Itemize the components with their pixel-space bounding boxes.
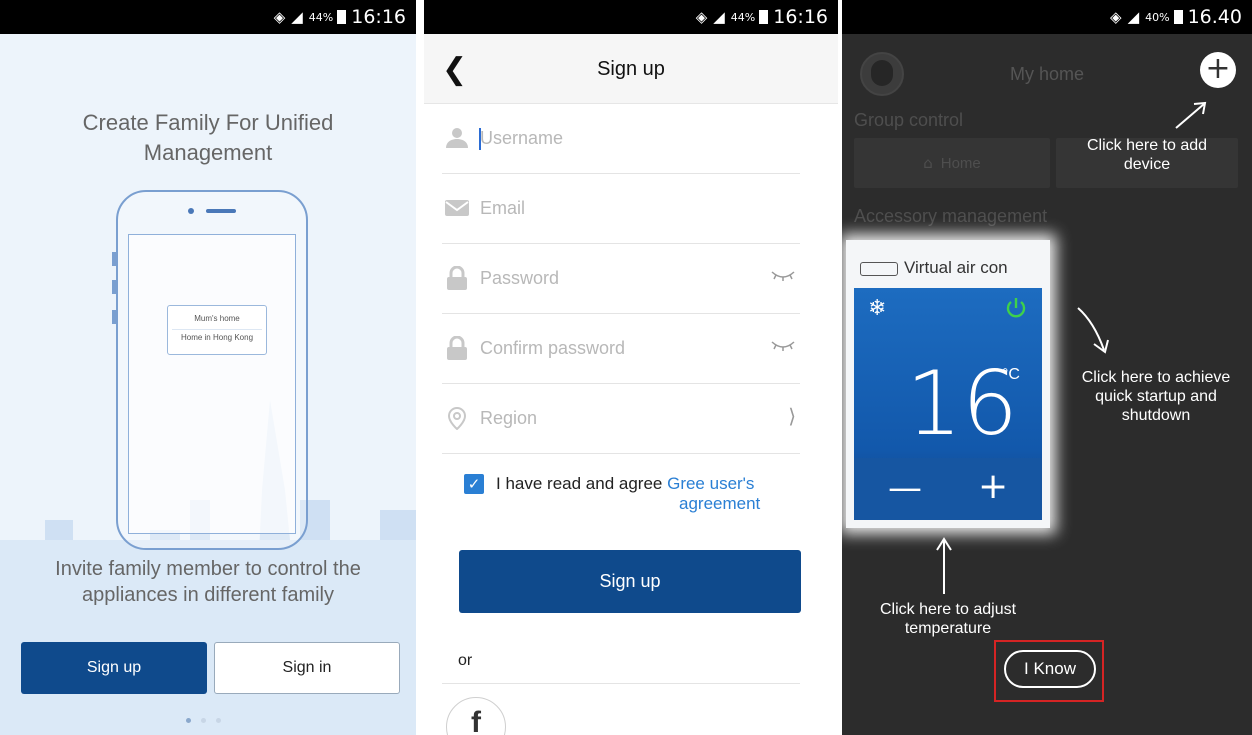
wifi-icon: ◈ (1110, 8, 1122, 26)
user-icon (446, 128, 468, 148)
home-list-card: Mum's home Home in Hong Kong (167, 305, 267, 355)
home-item: Mum's home (194, 314, 240, 323)
group-tile-label: Home (940, 154, 981, 172)
username-field[interactable]: Username (442, 104, 800, 174)
chevron-right-icon: ⟩ (788, 404, 796, 428)
agreement-link[interactable]: Gree user's (667, 474, 754, 493)
status-bar: ◈ ◢ 40% 16.40 (842, 0, 1252, 34)
battery-percent: 44% (730, 10, 756, 24)
home-title: My home (1009, 64, 1085, 84)
group-control-heading: Group control (854, 110, 964, 130)
volume-button (112, 280, 116, 294)
email-placeholder: Email (480, 198, 526, 218)
clock: 16:16 (773, 6, 828, 28)
temperature-controls: — + (854, 458, 1042, 520)
battery-icon (337, 10, 347, 24)
intro-title: Create Family For Unified Management (82, 110, 334, 165)
page-dot (216, 718, 221, 723)
agreement-text: I have read and agree (496, 474, 663, 493)
phone-illustration: Mum's home Home in Hong Kong (112, 190, 308, 550)
snowflake-icon: ❄ (868, 296, 887, 321)
arrow-icon (1175, 101, 1207, 129)
signal-icon: ◢ (713, 8, 725, 26)
divider (442, 683, 800, 684)
signal-icon: ◢ (291, 8, 303, 26)
eye-closed-icon[interactable] (770, 338, 796, 352)
arrow-icon (936, 537, 952, 594)
clock: 16.40 (1187, 6, 1242, 28)
lock-icon (447, 336, 467, 360)
username-placeholder: Username (480, 128, 564, 148)
confirm-password-field[interactable]: Confirm password (442, 314, 800, 384)
password-field[interactable]: Password (442, 244, 800, 314)
device-control-panel: ❄ 16 °C — + (854, 288, 1042, 520)
family-intro-screen: ◈ ◢ 44% 16:16 Create Family For Unified … (0, 0, 416, 735)
camera-dot (188, 208, 194, 214)
battery-icon (759, 10, 769, 24)
phone-screen: Mum's home Home in Hong Kong (128, 234, 296, 534)
email-icon (445, 200, 469, 216)
wifi-icon: ◈ (273, 8, 286, 26)
invite-text: Invite family member to control the appl… (55, 558, 361, 606)
lock-icon (447, 266, 467, 290)
clock: 16:16 (351, 6, 406, 28)
home-tutorial-screen: ◈ ◢ 40% 16.40 My home + Group control ⌂ … (842, 0, 1252, 735)
decrease-temp-button[interactable]: — (888, 468, 922, 508)
sign-in-button[interactable]: Sign in (214, 642, 400, 694)
page-title: Sign up (597, 58, 665, 80)
home-header: My home + (842, 44, 1252, 104)
sign-up-submit-button[interactable]: Sign up (459, 550, 801, 613)
device-name-row: Virtual air con (860, 258, 1008, 278)
speaker-slot (206, 209, 236, 213)
status-bar: ◈ ◢ 44% 16:16 (424, 0, 838, 34)
region-selector[interactable]: Region ⟩ (442, 384, 800, 454)
device-card: Virtual air con ❄ 16 °C — + (846, 240, 1050, 528)
confirm-password-placeholder: Confirm password (480, 338, 626, 358)
app-header: ❮ Sign up (424, 34, 838, 104)
agree-checkbox[interactable]: ✓ (464, 474, 484, 494)
agreement-link-line2[interactable]: agreement (679, 494, 760, 514)
password-placeholder: Password (480, 268, 560, 288)
temperature-hint: Click here to adjust temperature (879, 601, 1017, 637)
accessory-management-heading: Accessory management (854, 206, 1048, 226)
home-item: Home in Hong Kong (172, 329, 262, 345)
sign-up-button[interactable]: Sign up (21, 642, 207, 694)
or-divider-text: or (458, 652, 473, 669)
device-name: Virtual air con (904, 258, 1008, 277)
wifi-icon: ◈ (695, 8, 708, 26)
power-button (112, 310, 116, 324)
add-device-button[interactable]: + (1200, 52, 1236, 88)
battery-percent: 44% (308, 10, 334, 24)
location-pin-icon (447, 406, 467, 430)
facebook-login-button[interactable]: f (446, 697, 506, 735)
sign-up-screen: ◈ ◢ 44% 16:16 ❮ Sign up Username Email P… (424, 0, 838, 735)
battery-percent: 40% (1145, 10, 1170, 24)
region-placeholder: Region (480, 408, 538, 428)
volume-button (112, 252, 116, 266)
increase-temp-button[interactable]: + (978, 466, 1008, 507)
i-know-button[interactable]: I Know (1004, 650, 1096, 688)
group-tile-home[interactable]: ⌂ Home (854, 138, 1050, 188)
add-device-hint: Click here to add device (1086, 137, 1208, 173)
eye-closed-icon[interactable] (770, 268, 796, 282)
facebook-icon: f (471, 706, 481, 735)
page-dot (201, 718, 206, 723)
highlight-box: I Know (994, 640, 1104, 702)
house-icon: ⌂ (923, 154, 933, 172)
email-field[interactable]: Email (442, 174, 800, 244)
signal-icon: ◢ (1127, 8, 1140, 26)
temperature-unit: °C (1002, 366, 1020, 383)
battery-icon (1173, 10, 1183, 24)
power-button[interactable] (1004, 296, 1028, 320)
power-hint: Click here to achieve quick startup and … (1081, 369, 1231, 424)
status-bar: ◈ ◢ 44% 16:16 (0, 0, 416, 34)
air-conditioner-icon (860, 261, 898, 276)
arrow-icon (1077, 307, 1109, 354)
page-indicator (186, 718, 221, 723)
agreement-text-block: I have read and agree Gree user's (496, 472, 796, 496)
page-dot (186, 718, 191, 723)
